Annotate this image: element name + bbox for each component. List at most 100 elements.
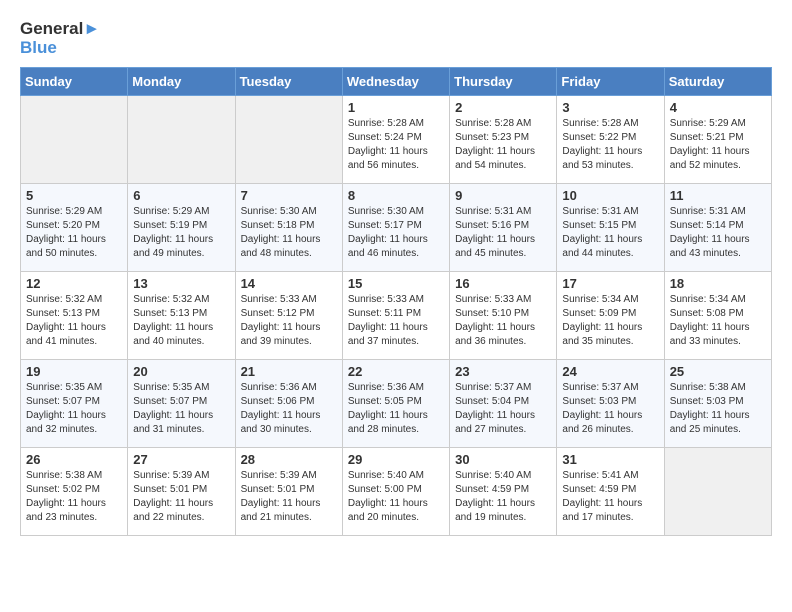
day-number: 1 [348,100,444,115]
calendar-cell: 23 Sunrise: 5:37 AMSunset: 5:04 PMDayligh… [450,360,557,448]
day-number: 27 [133,452,229,467]
day-number: 6 [133,188,229,203]
day-info: Sunrise: 5:28 AMSunset: 5:23 PMDaylight:… [455,117,551,173]
day-info: Sunrise: 5:41 AMSunset: 4:59 PMDaylight:… [562,469,658,525]
day-number: 20 [133,364,229,379]
day-number: 13 [133,276,229,291]
day-info: Sunrise: 5:38 AMSunset: 5:02 PMDaylight:… [26,469,122,525]
calendar-header: SundayMondayTuesdayWednesdayThursdayFrid… [21,68,772,96]
weekday-header-wednesday: Wednesday [342,68,449,96]
day-number: 7 [241,188,337,203]
day-info: Sunrise: 5:39 AMSunset: 5:01 PMDaylight:… [133,469,229,525]
day-number: 3 [562,100,658,115]
calendar-body: 1Sunrise: 5:28 AMSunset: 5:24 PMDaylight… [21,96,772,536]
calendar-cell: 18 Sunrise: 5:34 AMSunset: 5:08 PMDayligh… [664,272,771,360]
day-info: Sunrise: 5:40 AMSunset: 5:00 PMDaylight:… [348,469,444,525]
calendar-cell: 15 Sunrise: 5:33 AMSunset: 5:11 PMDayligh… [342,272,449,360]
day-number: 15 [348,276,444,291]
calendar-cell: 11 Sunrise: 5:31 AMSunset: 5:14 PMDayligh… [664,184,771,272]
calendar-cell [128,96,235,184]
day-number: 19 [26,364,122,379]
calendar-cell: 14 Sunrise: 5:33 AMSunset: 5:12 PMDayligh… [235,272,342,360]
day-info: Sunrise: 5:37 AMSunset: 5:04 PMDaylight:… [455,381,551,437]
day-number: 22 [348,364,444,379]
calendar-cell: 21Sunrise: 5:36 AMSunset: 5:06 PMDayligh… [235,360,342,448]
day-info: Sunrise: 5:33 AMSunset: 5:12 PMDaylight:… [241,293,337,349]
day-info: Sunrise: 5:39 AMSunset: 5:01 PMDaylight:… [241,469,337,525]
day-info: Sunrise: 5:34 AMSunset: 5:09 PMDaylight:… [562,293,658,349]
day-number: 26 [26,452,122,467]
day-info: Sunrise: 5:37 AMSunset: 5:03 PMDaylight:… [562,381,658,437]
logo: General► Blue [20,20,100,57]
day-number: 24 [562,364,658,379]
calendar-cell: 17 Sunrise: 5:34 AMSunset: 5:09 PMDayligh… [557,272,664,360]
weekday-header-thursday: Thursday [450,68,557,96]
calendar-cell: 20 Sunrise: 5:35 AMSunset: 5:07 PMDayligh… [128,360,235,448]
day-info: Sunrise: 5:28 AMSunset: 5:22 PMDaylight:… [562,117,658,173]
calendar-cell: 30 Sunrise: 5:40 AMSunset: 4:59 PMDayligh… [450,448,557,536]
day-number: 28 [241,452,337,467]
day-info: Sunrise: 5:33 AMSunset: 5:11 PMDaylight:… [348,293,444,349]
calendar-cell: 25Sunrise: 5:38 AMSunset: 5:03 PMDayligh… [664,360,771,448]
day-info: Sunrise: 5:30 AMSunset: 5:17 PMDaylight:… [348,205,444,261]
calendar-cell: 24 Sunrise: 5:37 AMSunset: 5:03 PMDayligh… [557,360,664,448]
day-info: Sunrise: 5:29 AMSunset: 5:20 PMDaylight:… [26,205,122,261]
calendar-cell: 13 Sunrise: 5:32 AMSunset: 5:13 PMDayligh… [128,272,235,360]
calendar-cell: 31 Sunrise: 5:41 AMSunset: 4:59 PMDayligh… [557,448,664,536]
calendar-cell: 8Sunrise: 5:30 AMSunset: 5:17 PMDaylight… [342,184,449,272]
weekday-header-tuesday: Tuesday [235,68,342,96]
calendar-week-1: 1Sunrise: 5:28 AMSunset: 5:24 PMDaylight… [21,96,772,184]
calendar-cell [664,448,771,536]
page-header: General► Blue [20,20,772,57]
calendar-cell: 2 Sunrise: 5:28 AMSunset: 5:23 PMDaylight… [450,96,557,184]
calendar-week-5: 26 Sunrise: 5:38 AMSunset: 5:02 PMDayligh… [21,448,772,536]
calendar-cell: 26 Sunrise: 5:38 AMSunset: 5:02 PMDayligh… [21,448,128,536]
day-number: 9 [455,188,551,203]
day-number: 18 [670,276,766,291]
day-info: Sunrise: 5:33 AMSunset: 5:10 PMDaylight:… [455,293,551,349]
calendar-cell [235,96,342,184]
day-number: 12 [26,276,122,291]
day-info: Sunrise: 5:32 AMSunset: 5:13 PMDaylight:… [26,293,122,349]
day-info: Sunrise: 5:34 AMSunset: 5:08 PMDaylight:… [670,293,766,349]
calendar-week-2: 5Sunrise: 5:29 AMSunset: 5:20 PMDaylight… [21,184,772,272]
day-info: Sunrise: 5:38 AMSunset: 5:03 PMDaylight:… [670,381,766,437]
day-info: Sunrise: 5:29 AMSunset: 5:19 PMDaylight:… [133,205,229,261]
calendar-cell: 6 Sunrise: 5:29 AMSunset: 5:19 PMDaylight… [128,184,235,272]
day-number: 29 [348,452,444,467]
day-info: Sunrise: 5:32 AMSunset: 5:13 PMDaylight:… [133,293,229,349]
day-info: Sunrise: 5:35 AMSunset: 5:07 PMDaylight:… [26,381,122,437]
day-info: Sunrise: 5:31 AMSunset: 5:16 PMDaylight:… [455,205,551,261]
day-info: Sunrise: 5:35 AMSunset: 5:07 PMDaylight:… [133,381,229,437]
day-info: Sunrise: 5:29 AMSunset: 5:21 PMDaylight:… [670,117,766,173]
day-number: 2 [455,100,551,115]
weekday-header-friday: Friday [557,68,664,96]
day-number: 23 [455,364,551,379]
calendar-cell: 19 Sunrise: 5:35 AMSunset: 5:07 PMDayligh… [21,360,128,448]
calendar-cell: 10 Sunrise: 5:31 AMSunset: 5:15 PMDayligh… [557,184,664,272]
day-number: 30 [455,452,551,467]
calendar-cell: 12 Sunrise: 5:32 AMSunset: 5:13 PMDayligh… [21,272,128,360]
weekday-header-monday: Monday [128,68,235,96]
logo-blue: Blue [20,39,100,58]
day-info: Sunrise: 5:31 AMSunset: 5:14 PMDaylight:… [670,205,766,261]
day-info: Sunrise: 5:36 AMSunset: 5:05 PMDaylight:… [348,381,444,437]
day-number: 31 [562,452,658,467]
calendar-cell: 3 Sunrise: 5:28 AMSunset: 5:22 PMDaylight… [557,96,664,184]
day-number: 16 [455,276,551,291]
day-number: 11 [670,188,766,203]
calendar-cell: 29 Sunrise: 5:40 AMSunset: 5:00 PMDayligh… [342,448,449,536]
weekday-header-row: SundayMondayTuesdayWednesdayThursdayFrid… [21,68,772,96]
logo-text: General► Blue [20,20,100,57]
day-number: 14 [241,276,337,291]
day-info: Sunrise: 5:30 AMSunset: 5:18 PMDaylight:… [241,205,337,261]
day-number: 10 [562,188,658,203]
calendar-week-4: 19 Sunrise: 5:35 AMSunset: 5:07 PMDayligh… [21,360,772,448]
weekday-header-sunday: Sunday [21,68,128,96]
calendar-cell: 7 Sunrise: 5:30 AMSunset: 5:18 PMDaylight… [235,184,342,272]
day-number: 17 [562,276,658,291]
calendar-cell: 28 Sunrise: 5:39 AMSunset: 5:01 PMDayligh… [235,448,342,536]
day-info: Sunrise: 5:40 AMSunset: 4:59 PMDaylight:… [455,469,551,525]
day-info: Sunrise: 5:31 AMSunset: 5:15 PMDaylight:… [562,205,658,261]
day-number: 21 [241,364,337,379]
